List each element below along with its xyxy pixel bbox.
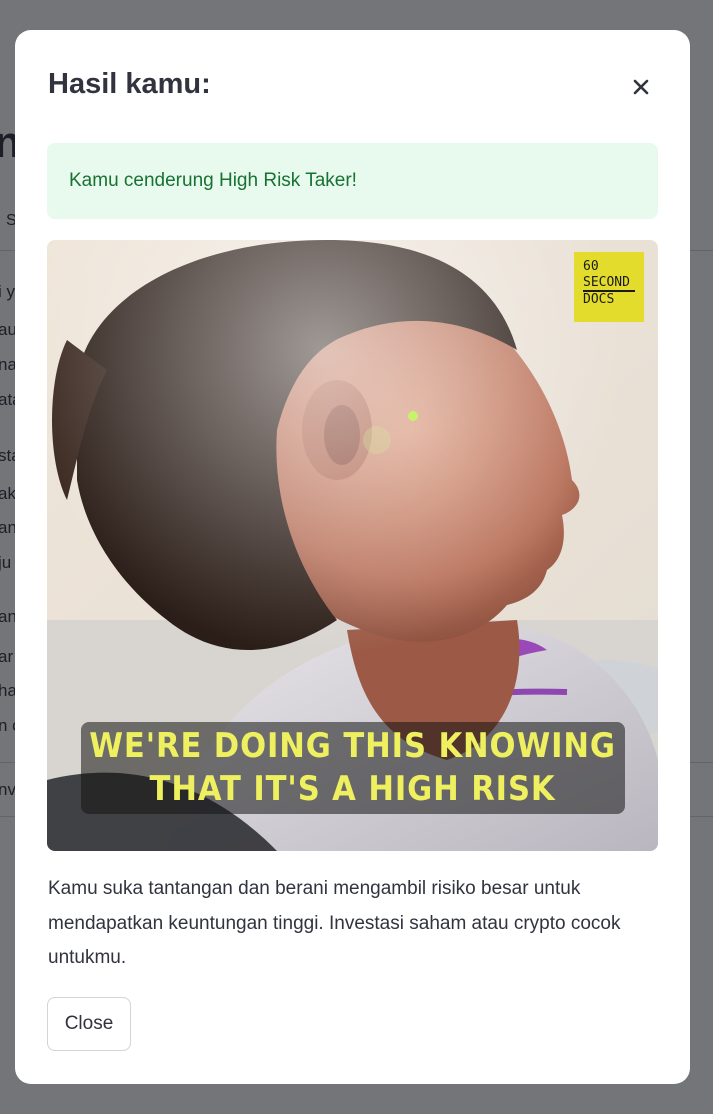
result-dialog: Hasil kamu: Kamu cenderung High Risk Tak… [15, 30, 690, 1084]
result-gif: 60 SECOND DOCS WE'RE DOING THIS KNOWING … [47, 240, 658, 851]
gif-caption: WE'RE DOING THIS KNOWING THAT IT'S A HIG… [81, 722, 625, 814]
close-icon[interactable] [626, 72, 656, 102]
caption-line: THAT IT'S A HIGH RISK [150, 769, 556, 809]
sixty-second-docs-logo: 60 SECOND DOCS [574, 252, 644, 322]
dialog-title: Hasil kamu: [48, 68, 211, 100]
logo-line: 60 [583, 259, 599, 274]
success-alert: Kamu cenderung High Risk Taker! [47, 143, 658, 219]
alert-text: Kamu cenderung High Risk Taker! [69, 170, 357, 191]
close-button[interactable]: Close [47, 997, 131, 1051]
result-description: Kamu suka tantangan dan berani mengambil… [48, 878, 621, 968]
logo-line: SECOND [583, 275, 635, 292]
caption-line: WE'RE DOING THIS KNOWING [89, 726, 617, 766]
logo-line: DOCS [583, 292, 615, 307]
